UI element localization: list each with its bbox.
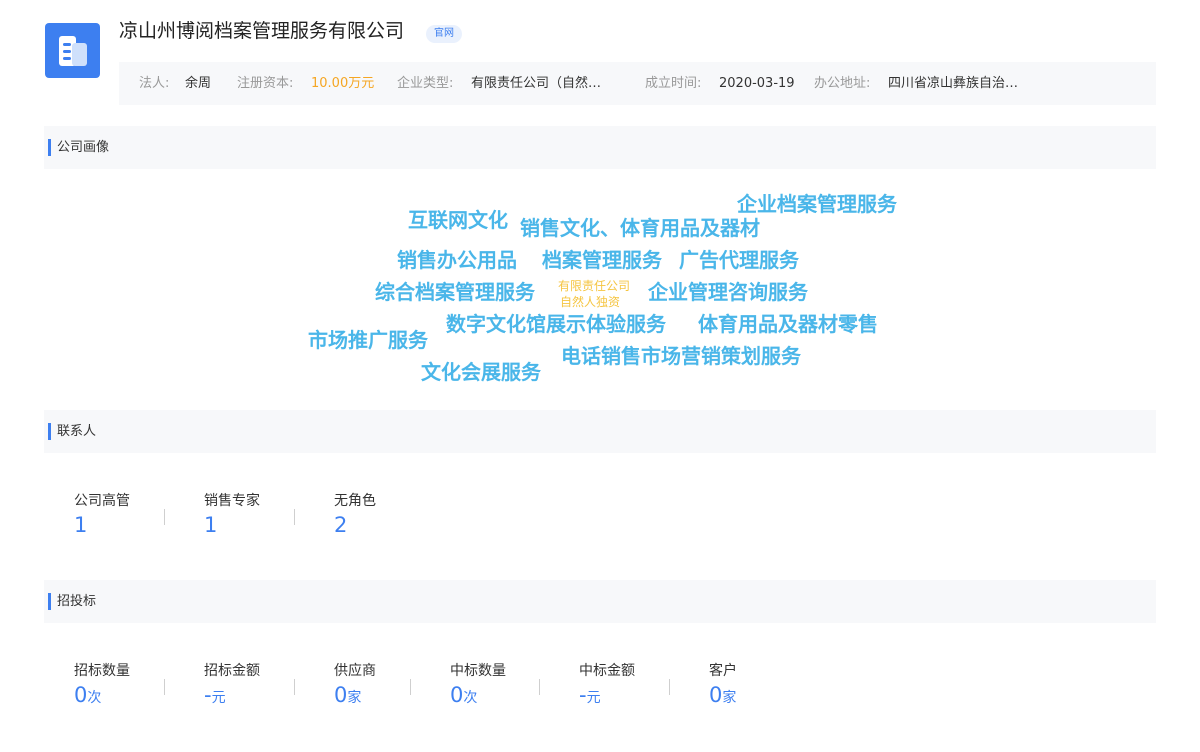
tag-word: 销售办公用品 [397,248,517,272]
company-type-value: 有限责任公司（自然… [471,76,602,91]
stat-value: 0次 [450,683,506,710]
stat-unit: 次 [463,690,478,706]
stat-value: 0次 [74,683,130,710]
stat-unit: 家 [722,690,737,706]
stat-label: 招标数量 [74,663,130,679]
stat-label: 公司高管 [74,493,130,509]
section-header-portrait: 公司画像 [44,126,1156,169]
tag-word: 互联网文化 [408,208,508,232]
address-label: 办公地址: [814,76,871,91]
tag-word: 销售文化、体育用品及器材 [520,216,760,240]
stat-sales-experts[interactable]: 销售专家 1 [204,492,260,537]
stat-no-role[interactable]: 无角色 2 [334,492,376,537]
company-info-bar: 法人: 余周 注册资本: 10.00万元 企业类型: 有限责任公司（自然… 成立… [119,62,1156,105]
stat-label: 中标数量 [450,663,506,679]
stat-label: 销售专家 [204,493,260,509]
stat-divider [164,509,165,525]
stat-label: 无角色 [334,493,376,509]
stat-value: 1 [204,513,218,537]
tag-cloud: 企业档案管理服务 互联网文化 销售文化、体育用品及器材 销售办公用品 档案管理服… [0,0,1200,752]
section-title-portrait: 公司画像 [57,140,110,155]
stat-divider [294,509,295,525]
stat-divider [410,679,411,695]
stat-number: 0 [450,683,464,707]
stat-tender-count[interactable]: 招标数量 0次 [74,662,130,710]
stat-customers[interactable]: 客户 0家 [709,662,737,710]
stat-unit: 家 [347,690,362,706]
legal-person-label: 法人: [139,76,170,91]
stat-number: 0 [334,683,348,707]
legal-person-value[interactable]: 余周 [185,62,211,105]
tag-word: 综合档案管理服务 [375,280,535,304]
stat-tender-amount[interactable]: 招标金额 -元 [204,662,260,710]
company-logo [45,23,100,78]
stat-value: 0家 [334,683,376,710]
company-type-label: 企业类型: [397,76,454,91]
stat-value: 0家 [709,683,737,710]
section-header-contacts: 联系人 [44,410,1156,453]
section-header-bidding: 招投标 [44,580,1156,623]
tag-word: 文化会展服务 [421,360,541,384]
building-icon [59,36,87,66]
stat-label: 供应商 [334,663,376,679]
tag-word: 档案管理服务 [542,248,662,272]
stat-unit: 元 [586,690,601,706]
section-title-contacts: 联系人 [57,424,97,439]
stat-divider [164,679,165,695]
tag-word: 电话销售市场营销策划服务 [561,344,801,368]
stat-number: 0 [74,683,88,707]
section-title-bidding: 招投标 [57,594,97,609]
founded-label: 成立时间: [645,76,702,91]
official-site-tag[interactable]: 官网 [426,25,462,43]
stat-suppliers[interactable]: 供应商 0家 [334,662,376,710]
stat-unit: 元 [211,690,226,706]
stat-value: -元 [204,683,260,710]
stat-value: -元 [579,683,635,710]
tag-word: 有限责任公司 [558,279,631,293]
stat-label: 中标金额 [579,663,635,679]
stat-executives[interactable]: 公司高管 1 [74,492,130,537]
founded-value: 2020-03-19 [719,76,795,91]
tag-word: 广告代理服务 [679,248,799,272]
stat-award-count[interactable]: 中标数量 0次 [450,662,506,710]
section-accent-bar [48,423,51,440]
section-accent-bar [48,139,51,156]
capital-value: 10.00万元 [311,76,375,91]
stat-value: 1 [74,513,88,537]
tag-word: 体育用品及器材零售 [698,312,878,336]
stat-value: 2 [334,513,348,537]
stat-divider [669,679,670,695]
address-value: 四川省凉山彝族自治… [888,76,1019,91]
company-name: 凉山州博阅档案管理服务有限公司 [119,20,405,42]
tag-word: 企业档案管理服务 [737,192,897,216]
stat-number: - [579,683,587,707]
stat-award-amount[interactable]: 中标金额 -元 [579,662,635,710]
stat-divider [539,679,540,695]
stat-number: 0 [709,683,723,707]
tag-word: 自然人独资 [560,295,621,309]
tag-word: 市场推广服务 [308,328,428,352]
stat-divider [294,679,295,695]
stat-number: - [204,683,212,707]
tag-word: 企业管理咨询服务 [648,280,808,304]
stat-label: 客户 [709,663,737,679]
capital-label: 注册资本: [237,76,294,91]
section-accent-bar [48,593,51,610]
stat-unit: 次 [87,690,102,706]
tag-word: 数字文化馆展示体验服务 [446,312,666,336]
stat-label: 招标金额 [204,663,260,679]
